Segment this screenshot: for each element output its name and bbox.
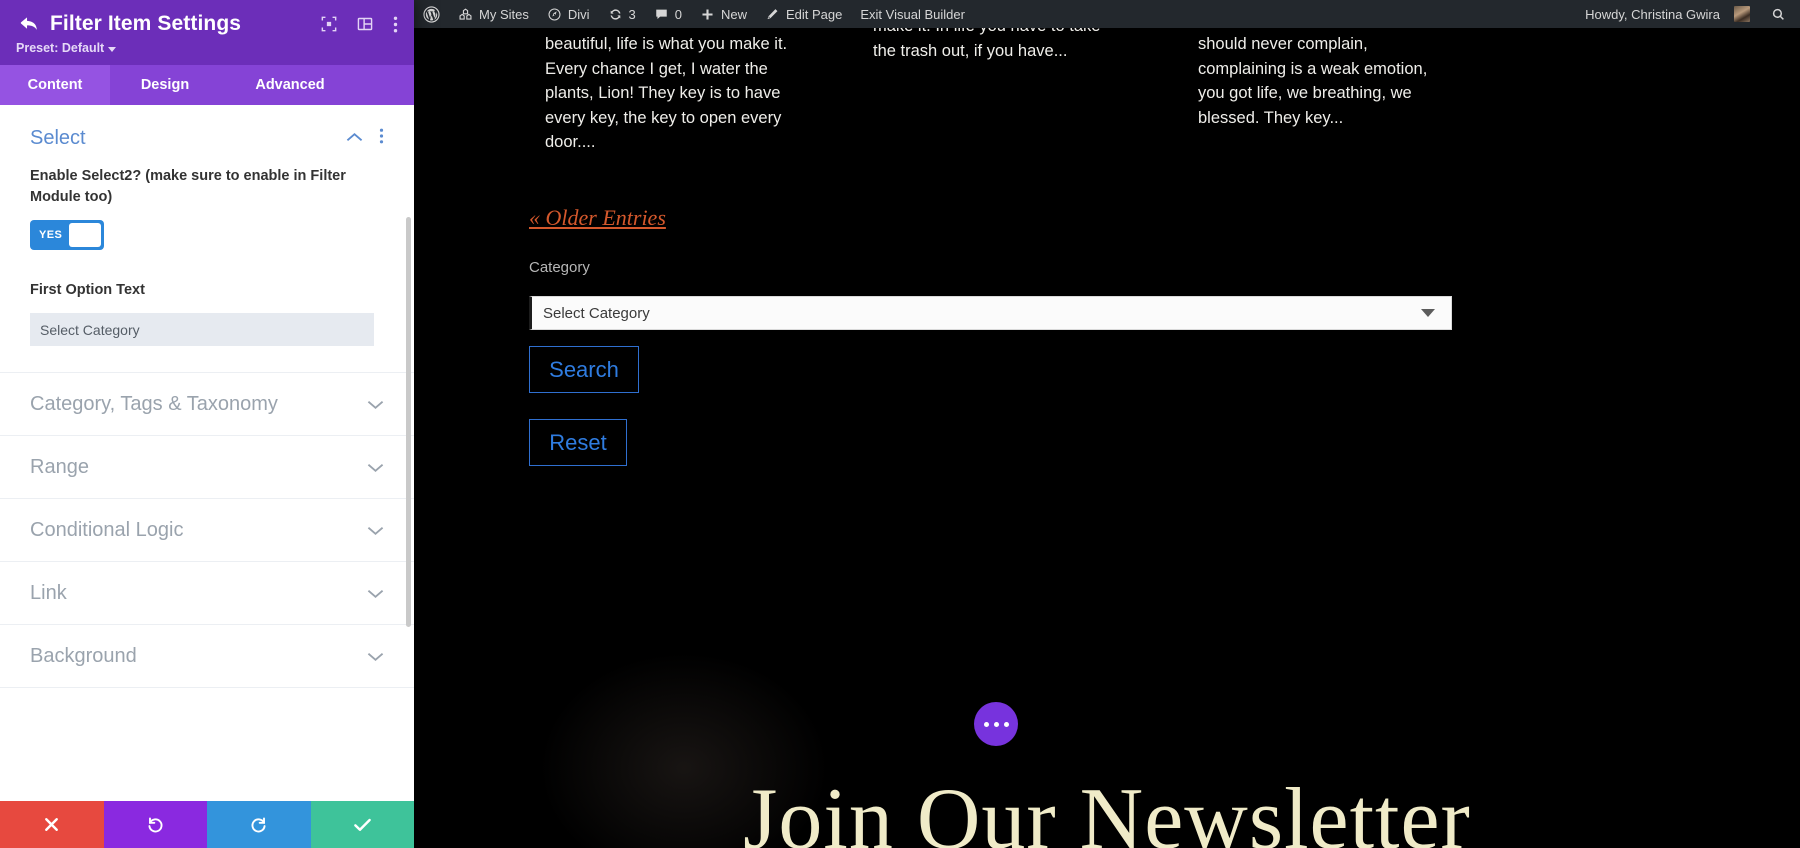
preset-label: Preset: Default xyxy=(16,41,104,55)
tab-advanced[interactable]: Advanced xyxy=(220,65,360,105)
search-icon[interactable] xyxy=(1759,0,1800,28)
screen-root: beautiful, life is what you make it. Eve… xyxy=(0,0,1800,848)
panel-header-icons xyxy=(321,16,398,33)
chevron-down-icon xyxy=(367,525,384,536)
plus-icon xyxy=(700,7,715,22)
blog-excerpt: beautiful, life is what you make it. Eve… xyxy=(545,32,791,155)
panel-tabs: Content Design Advanced xyxy=(0,65,414,105)
chevron-down-icon xyxy=(367,399,384,410)
chevron-down-icon xyxy=(1421,309,1435,317)
panel-header: Filter Item Settings Preset: Default xyxy=(0,0,414,65)
first-option-text-label: First Option Text xyxy=(30,280,384,301)
older-entries-link[interactable]: « Older Entries xyxy=(529,205,666,231)
accordion-label: Link xyxy=(30,582,67,605)
category-select-value: Select Category xyxy=(532,305,650,322)
dot xyxy=(994,722,999,727)
section-select: Select Enable Select2? (make sure to ena… xyxy=(0,105,414,373)
dot xyxy=(984,722,989,727)
kebab-menu-icon[interactable] xyxy=(393,16,398,33)
panel-footer xyxy=(0,801,414,848)
reset-button[interactable]: Reset xyxy=(529,419,627,466)
preset-selector[interactable]: Preset: Default xyxy=(16,41,398,55)
panel-body: Select Enable Select2? (make sure to ena… xyxy=(0,105,414,801)
first-option-text-input[interactable] xyxy=(30,313,374,346)
ab-item-label: 0 xyxy=(675,7,682,22)
tab-content[interactable]: Content xyxy=(0,65,110,105)
category-field-label: Category xyxy=(529,259,590,276)
responsive-preview-icon[interactable] xyxy=(321,16,337,32)
ab-exit-visual-builder[interactable]: Exit Visual Builder xyxy=(851,0,974,28)
ab-new[interactable]: New xyxy=(691,0,756,28)
ab-greeting-label: Howdy, Christina Gwira xyxy=(1585,7,1720,22)
ab-item-label: New xyxy=(721,7,747,22)
accordion-range[interactable]: Range xyxy=(0,436,414,499)
accordion-link[interactable]: Link xyxy=(0,562,414,625)
multisite-icon xyxy=(458,7,473,22)
filter-item-settings-panel: Filter Item Settings Preset: Default xyxy=(0,0,414,848)
section-title: Select xyxy=(30,127,86,150)
accordion-label: Category, Tags & Taxonomy xyxy=(30,393,278,416)
kebab-menu-icon[interactable] xyxy=(379,128,384,149)
accordion-category-tags-taxonomy[interactable]: Category, Tags & Taxonomy xyxy=(0,373,414,436)
ab-edit-page[interactable]: Edit Page xyxy=(756,0,851,28)
ab-comments[interactable]: 0 xyxy=(645,0,691,28)
toggle-knob xyxy=(69,223,101,247)
dot xyxy=(1004,722,1009,727)
save-button[interactable] xyxy=(311,801,415,848)
ab-item-label: Divi xyxy=(568,7,590,22)
newsletter-section: Join Our Newsletter xyxy=(414,608,1800,848)
enable-select2-toggle[interactable]: YES xyxy=(30,220,104,250)
category-select[interactable]: Select Category xyxy=(529,296,1452,330)
ab-my-sites[interactable]: My Sites xyxy=(449,0,538,28)
pencil-icon xyxy=(765,7,780,22)
updates-icon xyxy=(608,7,623,22)
discard-button[interactable] xyxy=(0,801,104,848)
accordion-label: Background xyxy=(30,645,137,668)
visual-builder-canvas: beautiful, life is what you make it. Eve… xyxy=(414,0,1800,848)
redo-button[interactable] xyxy=(207,801,311,848)
three-dots-icon[interactable] xyxy=(974,702,1018,746)
chevron-down-icon xyxy=(108,47,116,52)
accordion-label: Conditional Logic xyxy=(30,519,183,542)
back-arrow-icon[interactable] xyxy=(16,12,42,36)
newsletter-heading: Join Our Newsletter xyxy=(743,769,1471,848)
undo-button[interactable] xyxy=(104,801,208,848)
page-title: Filter Item Settings xyxy=(50,12,241,36)
divi-dashboard-icon xyxy=(547,7,562,22)
accordion-background[interactable]: Background xyxy=(0,625,414,688)
accordion-conditional-logic[interactable]: Conditional Logic xyxy=(0,499,414,562)
tab-design[interactable]: Design xyxy=(110,65,220,105)
ab-divi[interactable]: Divi xyxy=(538,0,599,28)
chevron-down-icon xyxy=(367,651,384,662)
avatar xyxy=(1734,6,1750,22)
layout-columns-icon[interactable] xyxy=(357,16,373,32)
ab-item-label: My Sites xyxy=(479,7,529,22)
ab-account-area: Howdy, Christina Gwira xyxy=(1576,0,1800,28)
ab-item-label: Edit Page xyxy=(786,7,842,22)
wordpress-logo-icon[interactable] xyxy=(414,0,449,28)
chevron-down-icon xyxy=(367,462,384,473)
wp-admin-bar: My Sites Divi 3 0 New Edit Page Exit Vis… xyxy=(414,0,1800,28)
ab-howdy[interactable]: Howdy, Christina Gwira xyxy=(1576,0,1759,28)
chevron-down-icon xyxy=(367,588,384,599)
ab-item-label: 3 xyxy=(629,7,636,22)
accordion-label: Range xyxy=(30,456,89,479)
toggle-value-label: YES xyxy=(33,229,69,241)
comment-bubble-icon xyxy=(654,7,669,22)
enable-select2-label: Enable Select2? (make sure to enable in … xyxy=(30,166,384,208)
ab-updates[interactable]: 3 xyxy=(599,0,645,28)
blog-excerpt: should never complain, complaining is a … xyxy=(1198,32,1444,130)
panel-scrollbar[interactable] xyxy=(406,217,411,627)
chevron-up-icon[interactable] xyxy=(346,130,363,148)
ab-item-label: Exit Visual Builder xyxy=(860,7,965,22)
search-button[interactable]: Search xyxy=(529,346,639,393)
